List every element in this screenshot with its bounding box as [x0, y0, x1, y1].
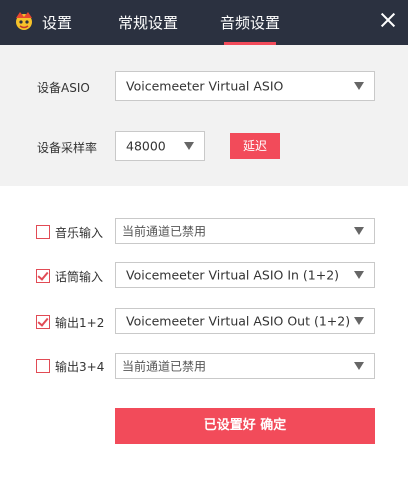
checkmark-icon — [37, 315, 49, 327]
window-title: 设置 — [42, 14, 73, 32]
output-12-select-value: Voicemeeter Virtual ASIO Out (1+2) — [126, 313, 351, 329]
mic-input-select[interactable]: Voicemeeter Virtual ASIO In (1+2) — [115, 262, 375, 288]
checkmark-icon — [37, 269, 49, 281]
title-bar: 设置 常规设置 音频设置 — [0, 0, 408, 45]
output-12-label: 输出1+2 — [55, 316, 105, 330]
app-logo-icon — [16, 12, 32, 30]
mic-input-select-value: Voicemeeter Virtual ASIO In (1+2) — [126, 267, 340, 283]
confirm-button[interactable]: 已设置好 确定 — [115, 408, 375, 444]
output-34-select-value: 当前通道已禁用 — [122, 359, 207, 374]
close-icon[interactable] — [378, 10, 398, 30]
chevron-down-icon — [354, 271, 364, 279]
output-12-checkbox[interactable] — [36, 315, 50, 329]
delay-button[interactable]: 延迟 — [230, 133, 280, 159]
output-34-checkbox[interactable] — [36, 359, 50, 373]
asio-select-value: Voicemeeter Virtual ASIO — [126, 78, 284, 94]
music-input-label: 音乐输入 — [55, 226, 104, 240]
tab-general-settings[interactable]: 常规设置 — [118, 12, 178, 33]
output-34-label: 输出3+4 — [55, 360, 105, 374]
output-34-select[interactable]: 当前通道已禁用 — [115, 353, 375, 379]
samplerate-select[interactable]: 48000 — [115, 131, 205, 161]
device-section — [0, 45, 408, 186]
asio-select[interactable]: Voicemeeter Virtual ASIO — [115, 71, 375, 101]
mic-input-checkbox[interactable] — [36, 269, 50, 283]
tab-audio-settings[interactable]: 音频设置 — [220, 12, 280, 33]
samplerate-select-value: 48000 — [126, 138, 166, 154]
music-input-select-value: 当前通道已禁用 — [122, 224, 207, 239]
chevron-down-icon — [354, 362, 364, 370]
output-12-select[interactable]: Voicemeeter Virtual ASIO Out (1+2) — [115, 308, 375, 334]
chevron-down-icon — [354, 317, 364, 325]
chevron-down-icon — [184, 142, 194, 150]
mic-input-label: 话筒输入 — [55, 270, 104, 284]
chevron-down-icon — [354, 82, 364, 90]
music-input-select[interactable]: 当前通道已禁用 — [115, 218, 375, 244]
music-input-checkbox[interactable] — [36, 225, 50, 239]
samplerate-label: 设备采样率 — [37, 141, 98, 155]
asio-label: 设备ASIO — [37, 81, 90, 95]
chevron-down-icon — [354, 227, 364, 235]
